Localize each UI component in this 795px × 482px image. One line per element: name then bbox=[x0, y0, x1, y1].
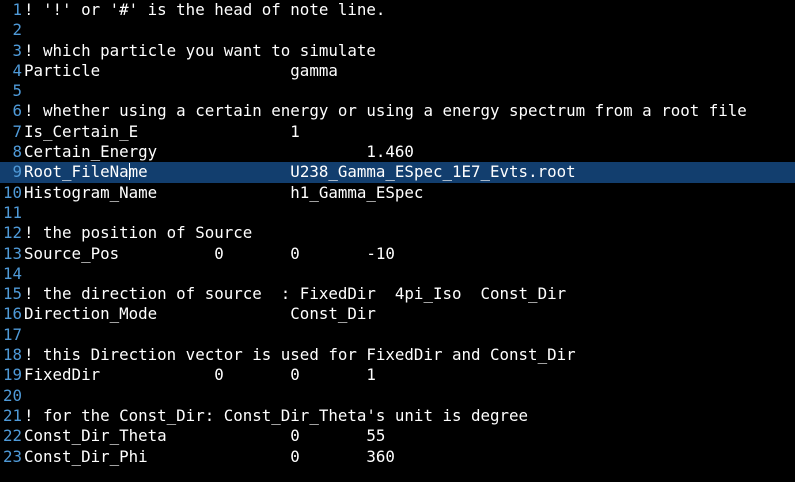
line-number: 7 bbox=[12, 121, 22, 141]
line-text[interactable]: Particle gamma bbox=[24, 61, 795, 81]
line-text[interactable] bbox=[24, 325, 795, 345]
line-number: 5 bbox=[12, 81, 22, 101]
line-number: 4 bbox=[12, 60, 22, 80]
line-text[interactable]: Histogram_Name h1_Gamma_ESpec bbox=[24, 183, 795, 203]
line-text[interactable]: Certain_Energy 1.460 bbox=[24, 142, 795, 162]
editor-line[interactable]: 20 bbox=[0, 386, 795, 406]
editor-line[interactable]: 10 Histogram_Name h1_Gamma_ESpec bbox=[0, 183, 795, 203]
line-text[interactable]: Const_Dir_Theta 0 55 bbox=[24, 426, 795, 446]
line-text[interactable]: ! the direction of source : FixedDir 4pi… bbox=[24, 284, 795, 304]
line-number: 2 bbox=[12, 20, 22, 40]
editor-line[interactable]: 16 Direction_Mode Const_Dir bbox=[0, 304, 795, 324]
editor-line[interactable]: 8 Certain_Energy 1.460 bbox=[0, 142, 795, 162]
editor-line[interactable]: 11 bbox=[0, 203, 795, 223]
editor-line[interactable]: 3! which particle you want to simulate bbox=[0, 41, 795, 61]
editor-line[interactable]: 12! the position of Source bbox=[0, 223, 795, 243]
line-number: 9 bbox=[12, 162, 22, 182]
editor-line[interactable]: 13 Source_Pos 0 0 -10 bbox=[0, 244, 795, 264]
line-number: 11 bbox=[2, 202, 22, 222]
line-text[interactable]: Source_Pos 0 0 -10 bbox=[24, 244, 795, 264]
editor-line[interactable]: 23 Const_Dir_Phi 0 360 bbox=[0, 447, 795, 467]
editor-line[interactable]: 19 FixedDir 0 0 1 bbox=[0, 365, 795, 385]
line-number: 20 bbox=[2, 385, 22, 405]
line-number: 19 bbox=[2, 365, 22, 385]
editor-line[interactable]: 18! this Direction vector is used for Fi… bbox=[0, 345, 795, 365]
line-text[interactable]: Is_Certain_E 1 bbox=[24, 122, 795, 142]
text-editor[interactable]: 1! '!' or '#' is the head of note line. 2… bbox=[0, 0, 795, 482]
line-text[interactable]: FixedDir 0 0 1 bbox=[24, 365, 795, 385]
line-text[interactable]: ! which particle you want to simulate bbox=[24, 41, 795, 61]
editor-line[interactable]: 4 Particle gamma bbox=[0, 61, 795, 81]
line-number: 3 bbox=[12, 40, 22, 60]
line-number: 23 bbox=[2, 446, 22, 466]
line-text[interactable]: ! the position of Source bbox=[24, 223, 795, 243]
line-text[interactable] bbox=[24, 81, 795, 101]
text-cursor bbox=[128, 163, 130, 181]
line-number: 12 bbox=[2, 223, 22, 243]
editor-line[interactable]: 2 bbox=[0, 20, 795, 40]
editor-line[interactable]: 5 bbox=[0, 81, 795, 101]
line-text[interactable]: Root_FileName U238_Gamma_ESpec_1E7_Evts.… bbox=[24, 162, 795, 182]
current-line[interactable]: 9 Root_FileName U238_Gamma_ESpec_1E7_Evts… bbox=[0, 162, 795, 183]
editor-line[interactable]: 15! the direction of source : FixedDir 4… bbox=[0, 284, 795, 304]
editor-line[interactable]: 7 Is_Certain_E 1 bbox=[0, 122, 795, 142]
line-number: 18 bbox=[2, 345, 22, 365]
line-text[interactable] bbox=[24, 264, 795, 284]
editor-line[interactable]: 22 Const_Dir_Theta 0 55 bbox=[0, 426, 795, 446]
line-text[interactable]: Const_Dir_Phi 0 360 bbox=[24, 447, 795, 467]
line-number: 22 bbox=[2, 426, 22, 446]
editor-lines: 1! '!' or '#' is the head of note line. 2… bbox=[0, 0, 795, 467]
line-number: 15 bbox=[2, 284, 22, 304]
line-number: 13 bbox=[2, 243, 22, 263]
editor-line[interactable]: 17 bbox=[0, 325, 795, 345]
editor-line[interactable]: 14 bbox=[0, 264, 795, 284]
line-number: 8 bbox=[12, 142, 22, 162]
editor-line[interactable]: 21! for the Const_Dir: Const_Dir_Theta's… bbox=[0, 406, 795, 426]
editor-line[interactable]: 1! '!' or '#' is the head of note line. bbox=[0, 0, 795, 20]
line-text[interactable]: ! for the Const_Dir: Const_Dir_Theta's u… bbox=[24, 406, 795, 426]
line-number: 14 bbox=[2, 263, 22, 283]
line-number: 6 bbox=[12, 101, 22, 121]
line-number: 10 bbox=[2, 182, 22, 202]
line-number: 21 bbox=[2, 405, 22, 425]
line-number: 17 bbox=[2, 324, 22, 344]
line-text[interactable] bbox=[24, 20, 795, 40]
line-text[interactable]: ! whether using a certain energy or usin… bbox=[24, 101, 795, 121]
line-number: 1 bbox=[12, 0, 22, 19]
line-text[interactable]: Direction_Mode Const_Dir bbox=[24, 304, 795, 324]
line-text[interactable]: ! '!' or '#' is the head of note line. bbox=[24, 0, 795, 20]
line-text[interactable] bbox=[24, 203, 795, 223]
line-text[interactable] bbox=[24, 386, 795, 406]
line-number: 16 bbox=[2, 304, 22, 324]
line-text[interactable]: ! this Direction vector is used for Fixe… bbox=[24, 345, 795, 365]
editor-line[interactable]: 6! whether using a certain energy or usi… bbox=[0, 101, 795, 121]
